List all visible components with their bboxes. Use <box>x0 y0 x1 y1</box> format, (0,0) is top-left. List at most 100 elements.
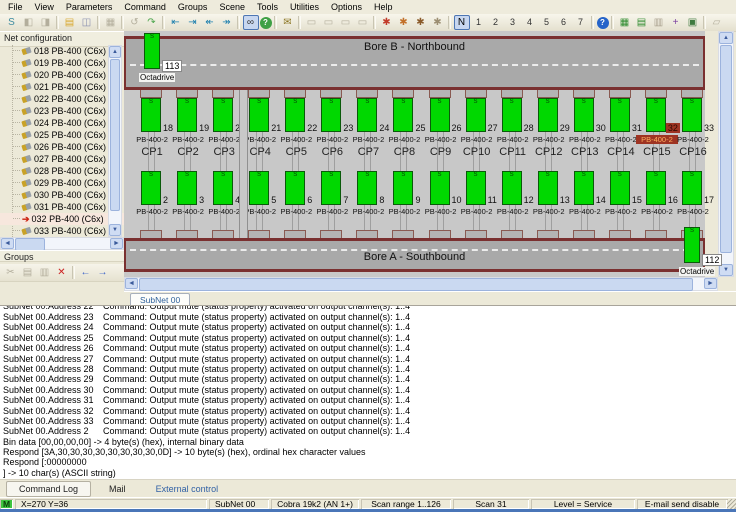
bottom-tab[interactable]: Mail <box>97 482 138 496</box>
knot-button-3[interactable]: ✱ <box>413 15 429 30</box>
pb400-unit-top[interactable]: S <box>213 98 233 132</box>
scroll-right-icon[interactable]: ► <box>110 238 123 249</box>
pb400-unit-top[interactable]: S <box>682 98 702 132</box>
menu-item[interactable]: Groups <box>172 1 214 13</box>
pb400-unit-bottom[interactable]: S <box>646 171 666 205</box>
image-button[interactable]: ▣ <box>685 15 701 30</box>
tree-item[interactable]: ➔ 032 PB-400 (C6x) <box>0 213 124 225</box>
window-button-3[interactable]: ▭ <box>338 15 354 30</box>
help-button[interactable]: ? <box>597 17 609 29</box>
pb400-unit-top[interactable]: S <box>285 98 305 132</box>
tree-item[interactable]: ➔ 031 PB-400 (C6x) <box>0 201 124 213</box>
menu-item[interactable]: Help <box>368 1 399 13</box>
tree-item[interactable]: ➔ 019 PB-400 (C6x) <box>0 57 124 69</box>
octadrive-box[interactable]: S <box>684 227 700 263</box>
octadrive-unit-113[interactable]: S 113 Octadrive <box>144 33 160 69</box>
diagram-vertical-scrollbar[interactable]: ▲ ▼ <box>718 31 734 277</box>
mail-button[interactable]: ✉ <box>280 15 296 30</box>
pb400-unit-bottom[interactable]: S <box>141 171 161 205</box>
diagram-canvas[interactable]: Bore B - Northbound S 18 PB-400-2 CP1 S … <box>124 31 718 277</box>
pb400-unit-top[interactable]: S <box>177 98 197 132</box>
nav-first-button[interactable]: ⇤ <box>168 15 184 30</box>
scroll-up-icon[interactable]: ▲ <box>719 32 733 44</box>
menu-item[interactable]: File <box>2 1 29 13</box>
scene-s-button[interactable]: S <box>4 15 20 30</box>
window-button-1[interactable]: ▭ <box>304 15 320 30</box>
tree-item[interactable]: ➔ 023 PB-400 (C6x) <box>0 105 124 117</box>
pb400-unit-top[interactable]: S <box>610 98 630 132</box>
pb400-unit-top[interactable]: S <box>430 98 450 132</box>
bottom-tab[interactable]: External control <box>144 482 231 496</box>
pb400-unit-bottom[interactable]: S <box>502 171 522 205</box>
net-6-button[interactable]: 6 <box>556 15 572 30</box>
pb400-unit-top[interactable]: S <box>141 98 161 132</box>
export-button[interactable]: ▤ <box>634 15 650 30</box>
scroll-up-icon[interactable]: ▲ <box>109 46 121 58</box>
menu-item[interactable]: View <box>29 1 60 13</box>
octadrive-unit-112[interactable]: S 112 Octadrive <box>684 227 700 263</box>
nav-next-button[interactable]: ↠ <box>219 15 235 30</box>
tree-item[interactable]: ➔ 028 PB-400 (C6x) <box>0 165 124 177</box>
forward-button[interactable]: → <box>95 265 111 280</box>
find-binoculars-button[interactable]: ∞ <box>243 15 259 30</box>
tree-item[interactable]: ➔ 029 PB-400 (C6x) <box>0 177 124 189</box>
window-button-2[interactable]: ▭ <box>321 15 337 30</box>
net-4-button[interactable]: 4 <box>522 15 538 30</box>
tree-item[interactable]: ➔ 026 PB-400 (C6x) <box>0 141 124 153</box>
tree-item[interactable]: ➔ 027 PB-400 (C6x) <box>0 153 124 165</box>
diagram-horizontal-scrollbar[interactable]: ◄ ► <box>124 277 718 291</box>
net-5-button[interactable]: 5 <box>539 15 555 30</box>
scrollbar-thumb[interactable] <box>139 278 693 291</box>
knot-button-2[interactable]: ✱ <box>396 15 412 30</box>
cut-button[interactable]: ✂ <box>3 265 19 280</box>
grid-button[interactable]: ▦ <box>617 15 633 30</box>
tree-item[interactable]: ➔ 033 PB-400 (C6x) <box>0 225 124 237</box>
pb400-unit-bottom[interactable]: S <box>393 171 413 205</box>
net-7-button[interactable]: 7 <box>573 15 589 30</box>
scrollbar-thumb[interactable] <box>110 59 120 211</box>
nav-prev-button[interactable]: ↞ <box>202 15 218 30</box>
tree-item[interactable]: ➔ 018 PB-400 (C6x) <box>0 45 124 57</box>
net-2-button[interactable]: 2 <box>488 15 504 30</box>
net-1-button[interactable]: 1 <box>471 15 487 30</box>
scrollbar-thumb[interactable] <box>720 45 732 253</box>
copy-button[interactable]: ▤ <box>20 265 36 280</box>
pb400-unit-top[interactable]: S <box>466 98 486 132</box>
paste-tool-button[interactable]: ▥ <box>651 15 667 30</box>
delete-button[interactable]: ✕ <box>54 265 70 280</box>
pb400-unit-bottom[interactable]: S <box>249 171 269 205</box>
pb400-unit-top[interactable]: S <box>393 98 413 132</box>
pb400-unit-bottom[interactable]: S <box>682 171 702 205</box>
octadrive-box[interactable]: S <box>144 33 160 69</box>
back-button[interactable]: ← <box>78 265 94 280</box>
menu-item[interactable]: Command <box>118 1 172 13</box>
pb400-unit-bottom[interactable]: S <box>321 171 341 205</box>
menu-item[interactable]: Options <box>325 1 368 13</box>
pb400-unit-top[interactable]: S <box>321 98 341 132</box>
pb400-unit-bottom[interactable]: S <box>430 171 450 205</box>
tree-item[interactable]: ➔ 020 PB-400 (C6x) <box>0 69 124 81</box>
pb400-unit-top[interactable]: S <box>357 98 377 132</box>
open-file-button[interactable]: ▤ <box>62 15 78 30</box>
pb400-unit-top[interactable]: S <box>574 98 594 132</box>
menu-item[interactable]: Scene <box>213 1 251 13</box>
redo-button[interactable]: ↷ <box>144 15 160 30</box>
scroll-down-icon[interactable]: ▼ <box>109 224 121 236</box>
tree-item[interactable]: ➔ 021 PB-400 (C6x) <box>0 81 124 93</box>
window-button-4[interactable]: ▭ <box>355 15 371 30</box>
resize-grip[interactable] <box>727 499 736 509</box>
nav-last-button[interactable]: ⇥ <box>185 15 201 30</box>
scroll-left-icon[interactable]: ◄ <box>125 278 138 289</box>
menu-item[interactable]: Tools <box>251 1 284 13</box>
scroll-left-icon[interactable]: ◄ <box>1 238 14 249</box>
tree-horizontal-scrollbar[interactable]: ◄ ► <box>0 237 124 250</box>
tree-item[interactable]: ➔ 025 PB-400 (C6x) <box>0 129 124 141</box>
pb400-unit-bottom[interactable]: S <box>610 171 630 205</box>
pb400-unit-bottom[interactable]: S <box>538 171 558 205</box>
pb400-unit-bottom[interactable]: S <box>466 171 486 205</box>
pb400-unit-bottom[interactable]: S <box>213 171 233 205</box>
undo-button[interactable]: ↺ <box>127 15 143 30</box>
tree-item[interactable]: ➔ 024 PB-400 (C6x) <box>0 117 124 129</box>
tool-button-2[interactable]: ◧ <box>21 15 37 30</box>
scroll-right-icon[interactable]: ► <box>704 278 717 289</box>
